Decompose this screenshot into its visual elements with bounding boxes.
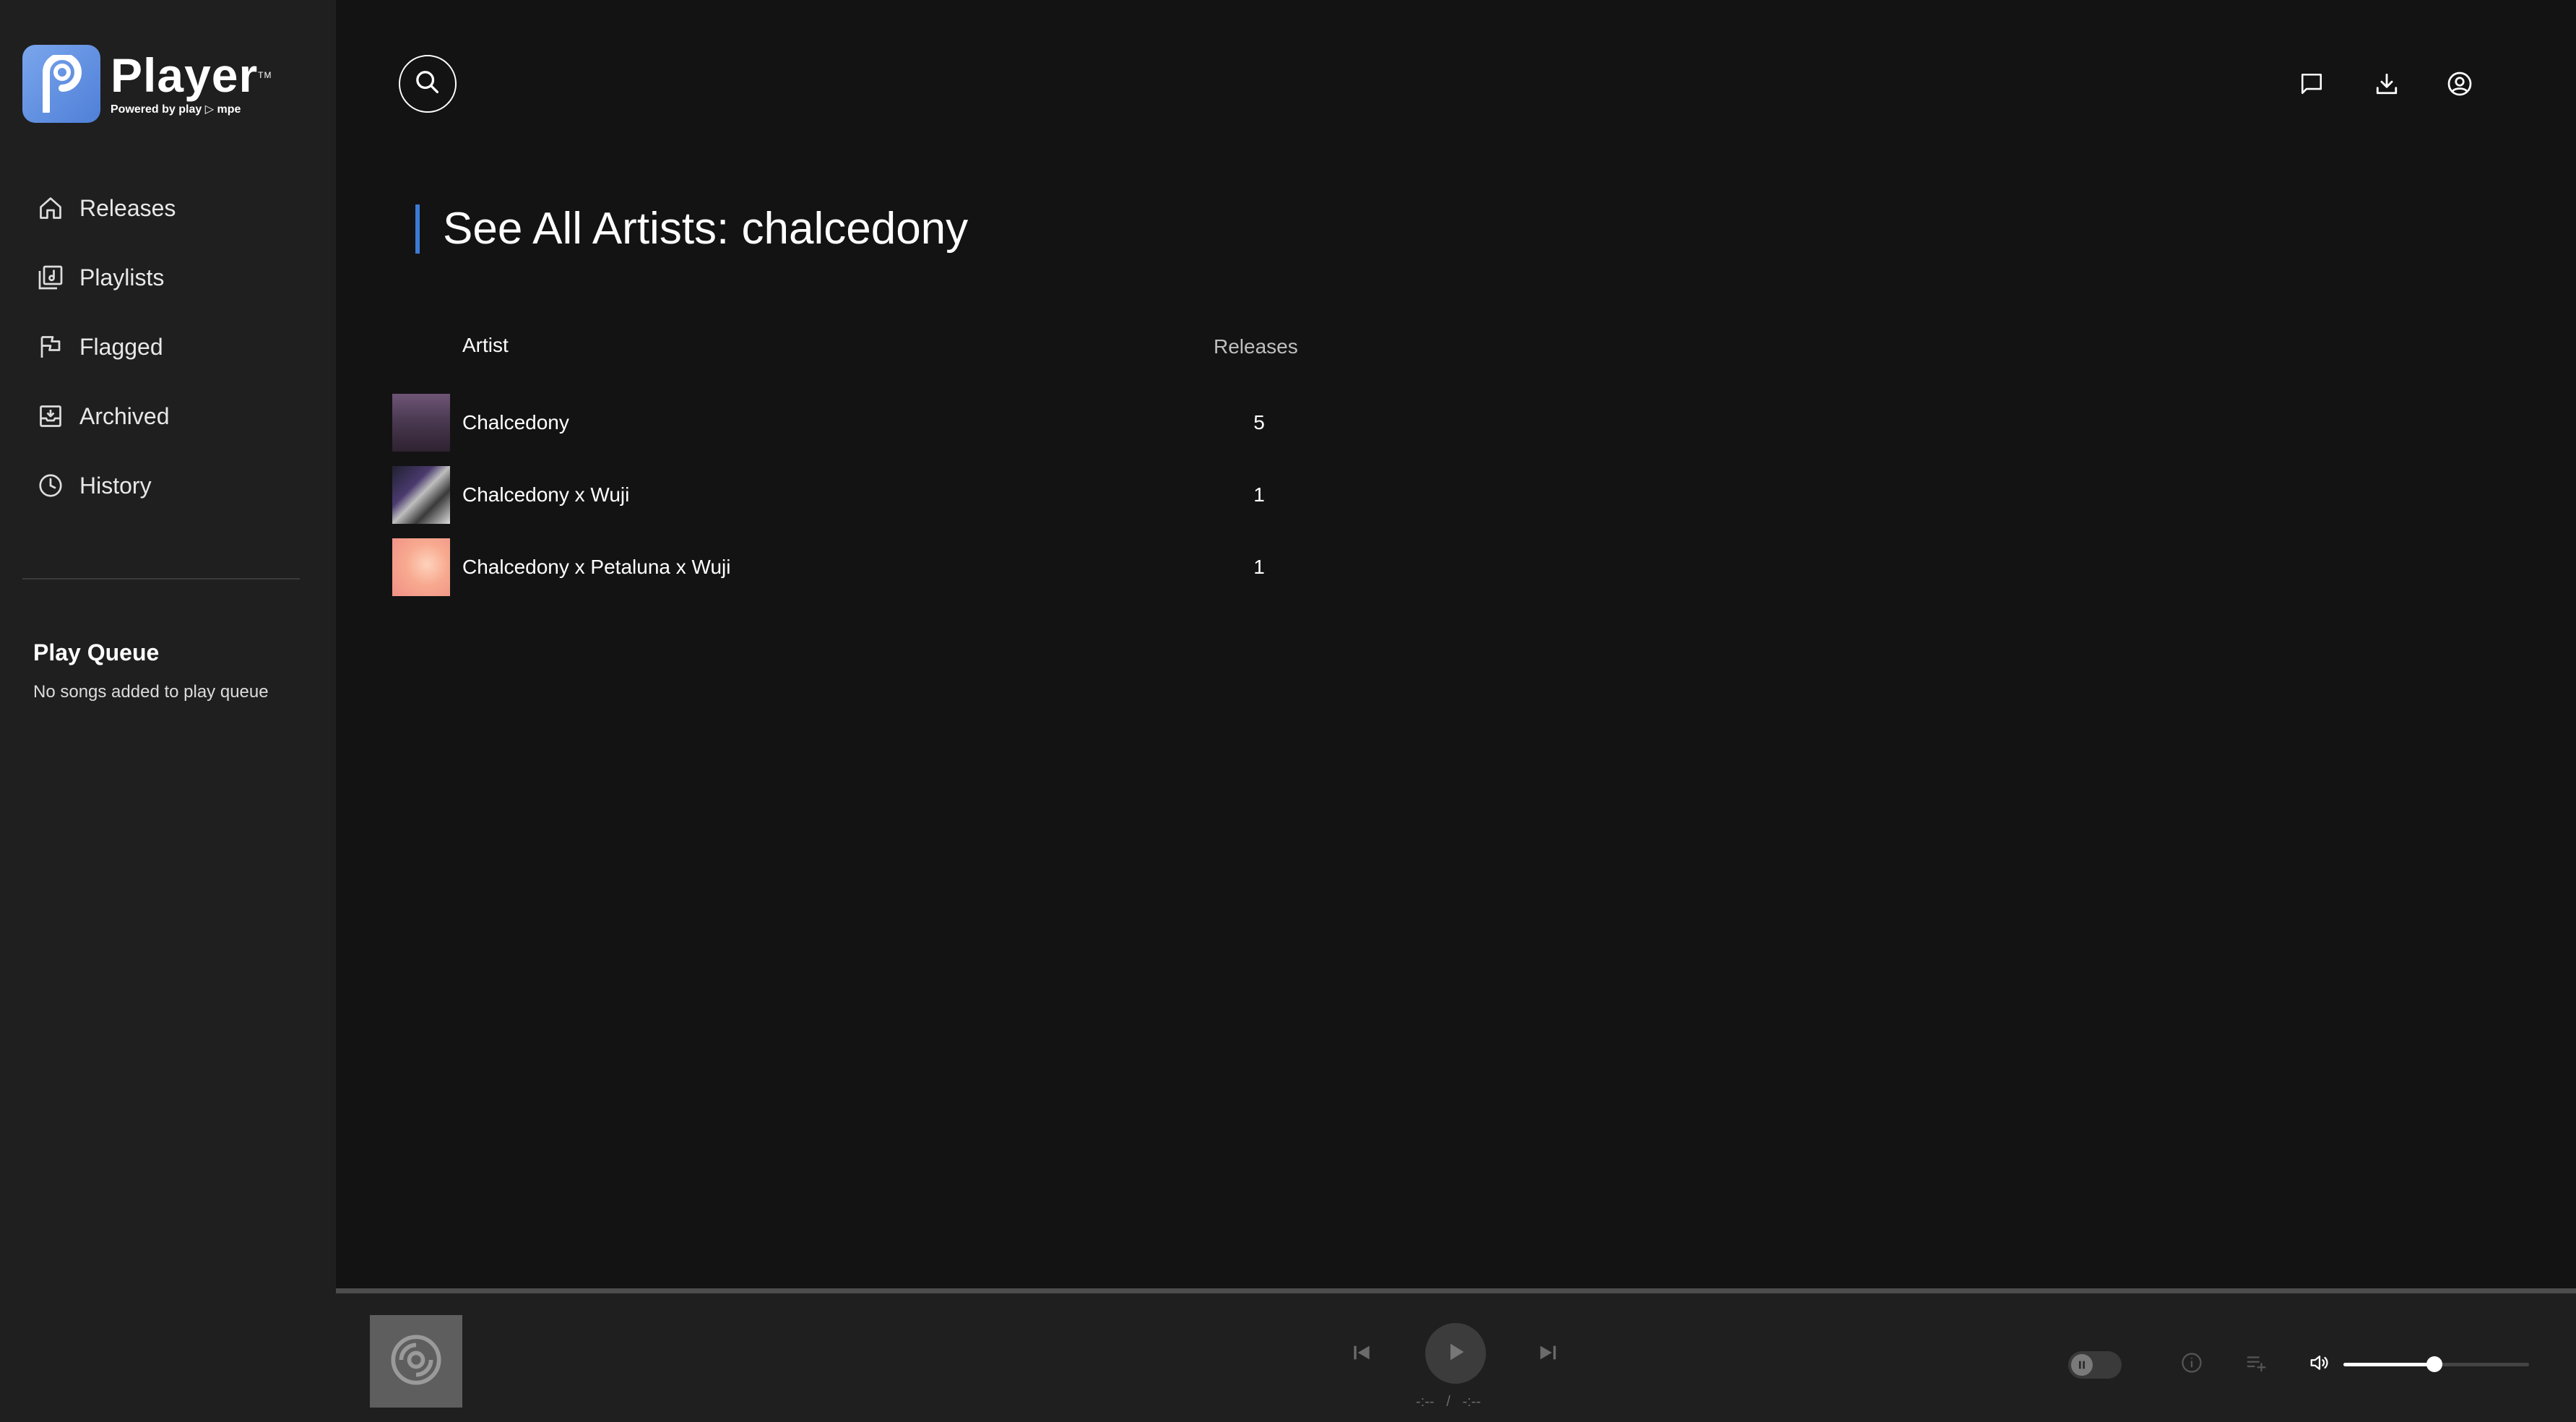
artist-name[interactable]: Chalcedony x Wuji <box>462 483 629 507</box>
previous-icon <box>1350 1341 1373 1368</box>
duration: -:-- <box>1462 1394 1481 1410</box>
table-row[interactable]: Chalcedony x Wuji 1 <box>392 466 1310 525</box>
playback-time: -:-- / -:-- <box>1416 1394 1481 1410</box>
now-playing-artwork <box>370 1315 462 1408</box>
sidebar: PlayerTM Powered by play ▷ mpe Releases … <box>0 0 336 1422</box>
volume-button[interactable] <box>2305 1350 2334 1379</box>
release-count: 1 <box>1253 556 1265 578</box>
pause-icon <box>2071 1354 2093 1376</box>
account-icon <box>2447 71 2473 100</box>
info-button[interactable] <box>2177 1350 2206 1379</box>
home-icon <box>35 192 66 224</box>
sidebar-item-history[interactable]: History <box>35 451 176 520</box>
app-logo[interactable]: PlayerTM Powered by play ▷ mpe <box>22 45 272 123</box>
play-queue-title: Play Queue <box>33 639 160 665</box>
autoplay-toggle[interactable] <box>2068 1351 2122 1379</box>
play-queue-empty-message: No songs added to play queue <box>33 682 269 702</box>
volume-handle[interactable] <box>2426 1356 2442 1372</box>
playlist-icon <box>35 262 66 293</box>
brand-name: PlayerTM <box>111 48 272 102</box>
message-button[interactable] <box>2296 69 2328 101</box>
archive-icon <box>35 400 66 432</box>
flag-icon <box>35 331 66 363</box>
column-header-artist[interactable]: Artist <box>462 334 509 357</box>
info-icon <box>2181 1352 2203 1377</box>
page-title: See All Artists: chalcedony <box>415 204 968 254</box>
sidebar-divider <box>22 578 300 579</box>
sidebar-item-label: Releases <box>79 194 176 221</box>
download-button[interactable] <box>2371 69 2403 101</box>
add-to-queue-button[interactable] <box>2242 1350 2270 1379</box>
artist-name[interactable]: Chalcedony <box>462 411 569 434</box>
player-bar: -:-- / -:-- <box>336 1288 2576 1422</box>
artist-thumbnail <box>392 466 450 524</box>
search-button[interactable] <box>399 55 457 113</box>
logo-icon <box>22 45 100 123</box>
queue-add-icon <box>2245 1352 2267 1377</box>
sidebar-item-label: Archived <box>79 402 170 429</box>
sidebar-nav: Releases Playlists Flagged Archived Hist… <box>35 173 176 520</box>
brand-tagline: Powered by play ▷ mpe <box>111 103 241 116</box>
table-row[interactable]: Chalcedony 5 <box>392 394 1310 453</box>
play-button[interactable] <box>1425 1323 1486 1384</box>
volume-level <box>2343 1363 2434 1366</box>
disc-icon <box>389 1332 444 1391</box>
column-header-releases[interactable]: Releases <box>1214 335 1298 358</box>
artist-thumbnail <box>392 394 450 452</box>
volume-slider[interactable] <box>2343 1356 2529 1372</box>
artist-thumbnail <box>392 538 450 596</box>
sidebar-item-flagged[interactable]: Flagged <box>35 312 176 382</box>
next-button[interactable] <box>1532 1338 1564 1370</box>
volume-icon <box>2309 1352 2330 1377</box>
sidebar-item-label: Playlists <box>79 264 165 290</box>
search-icon <box>413 68 442 100</box>
clock-icon <box>35 470 66 501</box>
release-count: 1 <box>1253 483 1265 506</box>
current-time: -:-- <box>1416 1394 1435 1410</box>
play-icon <box>1443 1340 1468 1368</box>
download-icon <box>2374 72 2399 100</box>
table-row[interactable]: Chalcedony x Petaluna x Wuji 1 <box>392 538 1310 598</box>
sidebar-item-label: Flagged <box>79 333 163 360</box>
sidebar-item-releases[interactable]: Releases <box>35 173 176 243</box>
previous-button[interactable] <box>1346 1338 1378 1370</box>
release-count: 5 <box>1253 411 1265 434</box>
artist-name[interactable]: Chalcedony x Petaluna x Wuji <box>462 556 730 579</box>
message-icon <box>2299 72 2324 100</box>
sidebar-item-archived[interactable]: Archived <box>35 382 176 451</box>
sidebar-item-label: History <box>79 472 152 499</box>
account-button[interactable] <box>2444 69 2476 101</box>
sidebar-item-playlists[interactable]: Playlists <box>35 243 176 312</box>
time-separator: / <box>1446 1394 1451 1410</box>
next-icon <box>1536 1341 1560 1368</box>
